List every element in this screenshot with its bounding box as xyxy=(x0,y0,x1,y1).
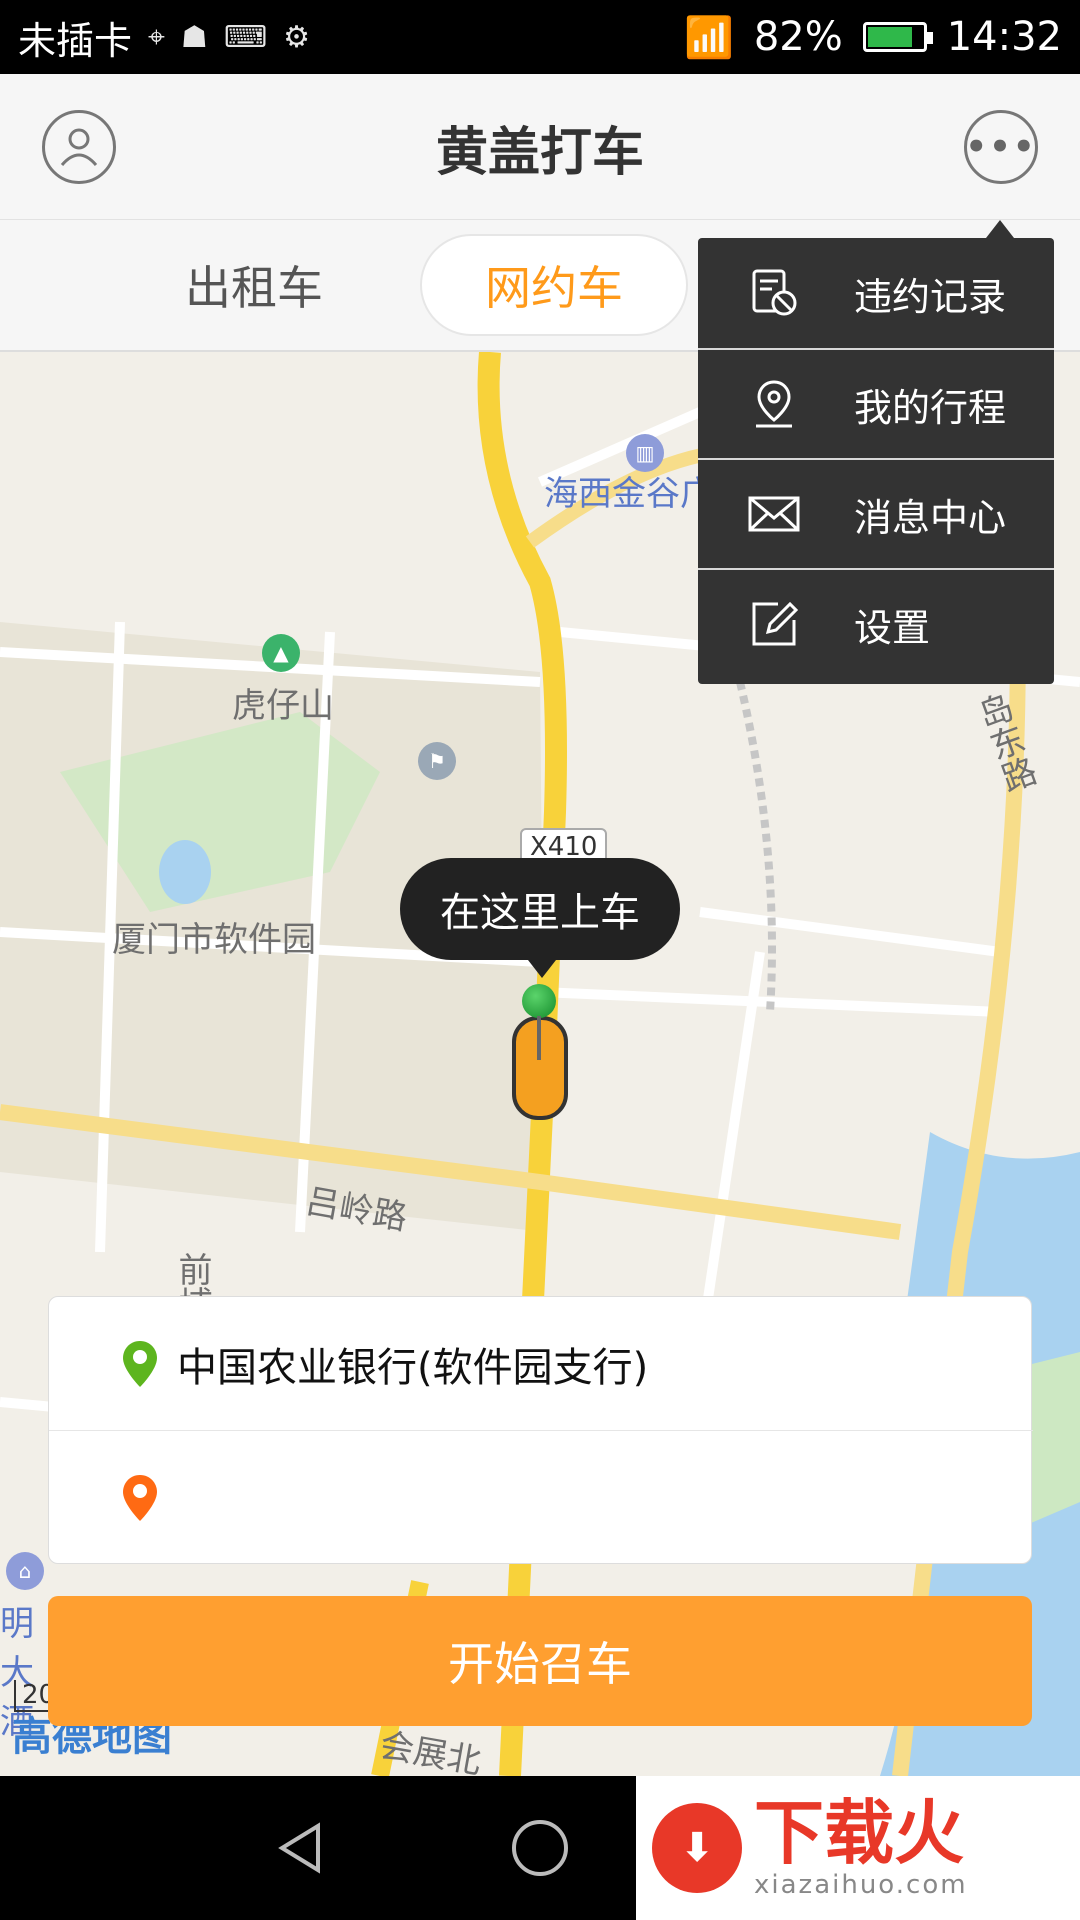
poi-marker-icon: ⚑ xyxy=(418,742,456,780)
map-label-haixi: 海西金谷广 xyxy=(544,474,714,514)
back-button[interactable] xyxy=(268,1816,332,1880)
mountain-poi-icon: ▲ xyxy=(262,634,300,672)
pickup-hint-bubble[interactable]: 在这里上车 xyxy=(400,858,680,978)
menu-item-violation-records[interactable]: 违约记录 xyxy=(698,238,1054,348)
menu-item-message-center[interactable]: 消息中心 xyxy=(698,458,1054,568)
destination-address-row[interactable] xyxy=(49,1431,1033,1565)
pickup-pin-icon[interactable] xyxy=(522,984,556,1018)
pickup-pin-stem xyxy=(537,1016,541,1060)
clock: 14:32 xyxy=(946,14,1062,60)
menu-item-label: 设置 xyxy=(854,605,931,650)
menu-item-label: 消息中心 xyxy=(854,495,1007,540)
menu-item-my-trips[interactable]: 我的行程 xyxy=(698,348,1054,458)
map-label-huzaishan: 虎仔山 xyxy=(232,686,334,726)
watermark-logo-icon: ⬇ xyxy=(652,1803,742,1893)
wifi-icon: 📶 xyxy=(684,14,734,61)
location-status-icon: ⌖ xyxy=(148,19,165,55)
menu-item-label: 违约记录 xyxy=(854,274,1007,319)
page-title: 黄盖打车 xyxy=(435,123,644,183)
violation-record-icon xyxy=(744,263,804,323)
more-options-button[interactable]: ••• xyxy=(964,110,1038,184)
more-options-menu: 违约记录 我的行程 消息中心 设置 xyxy=(698,220,1054,684)
tab-taxi[interactable]: 出租车 xyxy=(120,234,388,336)
menu-item-settings[interactable]: 设置 xyxy=(698,568,1054,678)
pickup-address: 中国农业银行(软件园支行) xyxy=(177,1344,649,1391)
battery-percent: 82% xyxy=(753,14,843,60)
ellipsis-icon: ••• xyxy=(965,127,1037,167)
status-bar: 未插卡 ⌖ ☗ ⌨ ⚙ 📶 82% 14:32 xyxy=(0,0,1080,74)
home-circle-icon xyxy=(512,1820,568,1876)
hotel-poi-icon: ⌂ xyxy=(6,1552,44,1590)
orange-pin-icon xyxy=(123,1475,157,1521)
start-ride-button[interactable]: 开始召车 xyxy=(48,1596,1032,1726)
back-triangle-icon xyxy=(278,1822,320,1874)
pickup-address-row[interactable]: 中国农业银行(软件园支行) xyxy=(49,1297,1033,1431)
notification-icon: ⚙ xyxy=(283,19,311,55)
keyboard-icon: ⌨ xyxy=(223,19,268,55)
android-icon: ☗ xyxy=(180,19,208,55)
map-label-software-park: 厦门市软件园 xyxy=(112,920,316,960)
watermark-url: xiazaihuo.com xyxy=(754,1870,968,1900)
tab-ride-hailing[interactable]: 网约车 xyxy=(420,234,688,336)
battery-icon xyxy=(862,22,933,52)
menu-item-label: 我的行程 xyxy=(854,385,1007,430)
home-button[interactable] xyxy=(508,1816,572,1880)
carrier-text: 未插卡 xyxy=(18,18,133,63)
app-header: 黄盖打车 ••• xyxy=(0,74,1080,220)
address-card: 中国农业银行(软件园支行) xyxy=(48,1296,1033,1565)
location-pin-icon xyxy=(744,374,804,434)
watermark-brand: 下载火 xyxy=(754,1792,964,1874)
watermark: ⬇ 下载火 xiazaihuo.com xyxy=(636,1776,1080,1920)
envelope-icon xyxy=(744,484,804,544)
green-pin-icon xyxy=(123,1340,157,1387)
edit-icon xyxy=(744,594,804,654)
